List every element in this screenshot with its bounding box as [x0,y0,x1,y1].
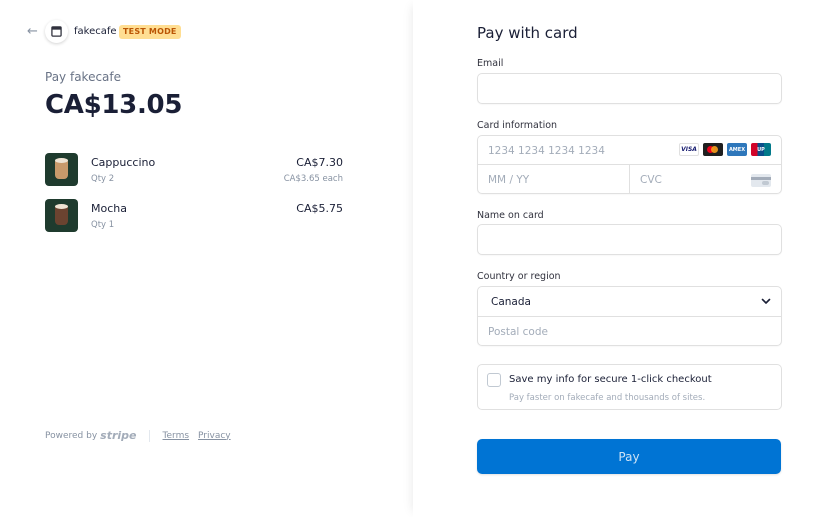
item-name: Mocha [91,202,127,215]
save-info-checkbox[interactable] [487,373,501,387]
name-field-box [477,224,782,255]
card-info-box: VISA AMEX UP [477,135,782,194]
expiry-field[interactable] [478,165,629,194]
stripe-logo[interactable]: stripe [100,429,136,442]
save-info-box: Save my info for secure 1-click checkout… [477,364,782,410]
footer: Powered by stripe Terms Privacy [45,429,240,442]
save-info-title: Save my info for secure 1-click checkout [509,374,712,385]
test-mode-badge: TEST MODE [119,25,181,39]
terms-link[interactable]: Terms [163,431,190,441]
amex-icon: AMEX [727,143,747,156]
footer-divider [148,429,150,442]
cappuccino-image [45,153,78,186]
email-label: Email [477,58,504,69]
merchant-logo [45,20,68,43]
item-price: CA$7.30 [296,156,343,169]
pay-button[interactable]: Pay [477,439,781,474]
merchant-name: fakecafe [74,26,117,37]
country-label: Country or region [477,271,561,282]
name-on-card-field[interactable] [478,225,781,254]
total-amount: CA$13.05 [45,90,183,120]
card-brands: VISA AMEX UP [679,143,771,156]
visa-icon: VISA [679,143,699,156]
line-item: Cappuccino Qty 2 CA$7.30 CA$3.65 each [45,153,343,187]
save-info-subtitle: Pay faster on fakecafe and thousands of … [509,393,706,403]
powered-by-label: Powered by [45,430,98,441]
item-price: CA$5.75 [296,202,343,215]
name-on-card-label: Name on card [477,210,544,221]
item-qty: Qty 2 [91,174,115,184]
item-unit-price: CA$3.65 each [283,174,343,184]
store-icon [51,26,62,37]
back-arrow-icon[interactable]: ← [27,25,41,39]
country-select[interactable]: Canada [478,287,781,316]
order-summary-panel: ← fakecafe TEST MODE Pay fakecafe CA$13.… [0,0,413,517]
country-value: Canada [491,296,531,308]
form-title: Pay with card [477,24,578,42]
privacy-link[interactable]: Privacy [198,431,231,441]
unionpay-icon: UP [751,143,771,156]
email-field-box [477,73,782,104]
payment-form-panel: Pay with card Email Card information VIS… [413,0,817,517]
mastercard-icon [703,143,723,156]
chevron-down-icon [761,298,771,304]
mocha-image [45,199,78,232]
cvc-card-icon [751,174,771,187]
email-field[interactable] [478,74,781,103]
card-info-label: Card information [477,120,558,131]
item-qty: Qty 1 [91,220,115,230]
postal-code-field[interactable] [478,317,781,346]
item-name: Cappuccino [91,156,156,169]
address-box: Canada [477,286,782,346]
line-item: Mocha Qty 1 CA$5.75 [45,199,343,233]
pay-merchant-label: Pay fakecafe [45,70,122,84]
